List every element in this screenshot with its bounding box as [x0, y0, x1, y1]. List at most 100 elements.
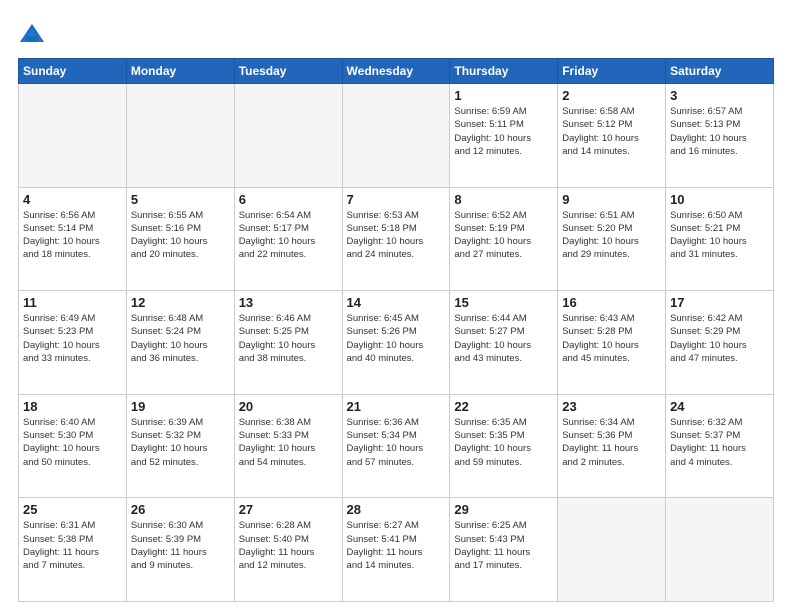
logo-icon — [18, 22, 46, 50]
day-number: 15 — [454, 295, 553, 310]
calendar-cell: 25 Sunrise: 6:31 AM Sunset: 5:38 PM Dayli… — [19, 498, 127, 602]
calendar-cell: 28 Sunrise: 6:27 AM Sunset: 5:41 PM Dayli… — [342, 498, 450, 602]
calendar-cell: 4Sunrise: 6:56 AM Sunset: 5:14 PM Daylig… — [19, 187, 127, 291]
day-info: Sunrise: 6:50 AM Sunset: 5:21 PM Dayligh… — [670, 209, 769, 262]
day-number: 9 — [562, 192, 661, 207]
day-number: 21 — [347, 399, 446, 414]
day-info: Sunrise: 6:31 AM Sunset: 5:38 PM Dayligh… — [23, 519, 122, 572]
calendar-cell: 23 Sunrise: 6:34 AM Sunset: 5:36 PM Dayli… — [558, 394, 666, 498]
calendar-cell: 26 Sunrise: 6:30 AM Sunset: 5:39 PM Dayli… — [126, 498, 234, 602]
calendar-cell: 8 Sunrise: 6:52 AM Sunset: 5:19 PM Daylig… — [450, 187, 558, 291]
day-info: Sunrise: 6:43 AM Sunset: 5:28 PM Dayligh… — [562, 312, 661, 365]
day-info: Sunrise: 6:42 AM Sunset: 5:29 PM Dayligh… — [670, 312, 769, 365]
calendar-cell: 22Sunrise: 6:35 AM Sunset: 5:35 PM Dayli… — [450, 394, 558, 498]
week-row-3: 18Sunrise: 6:40 AM Sunset: 5:30 PM Dayli… — [19, 394, 774, 498]
weekday-wednesday: Wednesday — [342, 59, 450, 84]
day-info: Sunrise: 6:27 AM Sunset: 5:41 PM Dayligh… — [347, 519, 446, 572]
calendar-cell: 9 Sunrise: 6:51 AM Sunset: 5:20 PM Daylig… — [558, 187, 666, 291]
calendar-cell — [558, 498, 666, 602]
calendar-cell: 10 Sunrise: 6:50 AM Sunset: 5:21 PM Dayli… — [666, 187, 774, 291]
calendar-cell: 6Sunrise: 6:54 AM Sunset: 5:17 PM Daylig… — [234, 187, 342, 291]
calendar-cell — [126, 84, 234, 188]
calendar-cell: 21 Sunrise: 6:36 AM Sunset: 5:34 PM Dayli… — [342, 394, 450, 498]
weekday-tuesday: Tuesday — [234, 59, 342, 84]
day-number: 28 — [347, 502, 446, 517]
day-info: Sunrise: 6:45 AM Sunset: 5:26 PM Dayligh… — [347, 312, 446, 365]
day-number: 5 — [131, 192, 230, 207]
weekday-thursday: Thursday — [450, 59, 558, 84]
day-number: 1 — [454, 88, 553, 103]
calendar-cell — [19, 84, 127, 188]
calendar-cell: 14 Sunrise: 6:45 AM Sunset: 5:26 PM Dayli… — [342, 291, 450, 395]
weekday-saturday: Saturday — [666, 59, 774, 84]
day-number: 25 — [23, 502, 122, 517]
day-number: 13 — [239, 295, 338, 310]
calendar-cell: 3 Sunrise: 6:57 AM Sunset: 5:13 PM Daylig… — [666, 84, 774, 188]
day-info: Sunrise: 6:40 AM Sunset: 5:30 PM Dayligh… — [23, 416, 122, 469]
day-number: 29 — [454, 502, 553, 517]
day-info: Sunrise: 6:39 AM Sunset: 5:32 PM Dayligh… — [131, 416, 230, 469]
calendar-cell: 20 Sunrise: 6:38 AM Sunset: 5:33 PM Dayli… — [234, 394, 342, 498]
calendar-header: SundayMondayTuesdayWednesdayThursdayFrid… — [19, 59, 774, 84]
calendar-cell: 11 Sunrise: 6:49 AM Sunset: 5:23 PM Dayli… — [19, 291, 127, 395]
calendar-cell: 1Sunrise: 6:59 AM Sunset: 5:11 PM Daylig… — [450, 84, 558, 188]
day-number: 26 — [131, 502, 230, 517]
calendar-cell: 2 Sunrise: 6:58 AM Sunset: 5:12 PM Daylig… — [558, 84, 666, 188]
calendar-cell: 29Sunrise: 6:25 AM Sunset: 5:43 PM Dayli… — [450, 498, 558, 602]
weekday-friday: Friday — [558, 59, 666, 84]
day-info: Sunrise: 6:53 AM Sunset: 5:18 PM Dayligh… — [347, 209, 446, 262]
day-info: Sunrise: 6:58 AM Sunset: 5:12 PM Dayligh… — [562, 105, 661, 158]
day-info: Sunrise: 6:56 AM Sunset: 5:14 PM Dayligh… — [23, 209, 122, 262]
calendar-cell: 24 Sunrise: 6:32 AM Sunset: 5:37 PM Dayli… — [666, 394, 774, 498]
day-number: 24 — [670, 399, 769, 414]
calendar-cell: 12 Sunrise: 6:48 AM Sunset: 5:24 PM Dayli… — [126, 291, 234, 395]
day-info: Sunrise: 6:34 AM Sunset: 5:36 PM Dayligh… — [562, 416, 661, 469]
day-info: Sunrise: 6:49 AM Sunset: 5:23 PM Dayligh… — [23, 312, 122, 365]
weekday-monday: Monday — [126, 59, 234, 84]
calendar-cell: 5 Sunrise: 6:55 AM Sunset: 5:16 PM Daylig… — [126, 187, 234, 291]
weekday-row: SundayMondayTuesdayWednesdayThursdayFrid… — [19, 59, 774, 84]
day-number: 20 — [239, 399, 338, 414]
calendar-cell — [666, 498, 774, 602]
day-number: 7 — [347, 192, 446, 207]
day-number: 2 — [562, 88, 661, 103]
day-number: 10 — [670, 192, 769, 207]
calendar-cell — [342, 84, 450, 188]
weekday-sunday: Sunday — [19, 59, 127, 84]
day-number: 6 — [239, 192, 338, 207]
calendar: SundayMondayTuesdayWednesdayThursdayFrid… — [18, 58, 774, 602]
week-row-4: 25 Sunrise: 6:31 AM Sunset: 5:38 PM Dayli… — [19, 498, 774, 602]
day-info: Sunrise: 6:52 AM Sunset: 5:19 PM Dayligh… — [454, 209, 553, 262]
day-info: Sunrise: 6:38 AM Sunset: 5:33 PM Dayligh… — [239, 416, 338, 469]
day-number: 3 — [670, 88, 769, 103]
day-number: 11 — [23, 295, 122, 310]
calendar-cell: 16Sunrise: 6:43 AM Sunset: 5:28 PM Dayli… — [558, 291, 666, 395]
day-info: Sunrise: 6:48 AM Sunset: 5:24 PM Dayligh… — [131, 312, 230, 365]
day-info: Sunrise: 6:51 AM Sunset: 5:20 PM Dayligh… — [562, 209, 661, 262]
day-number: 19 — [131, 399, 230, 414]
day-number: 22 — [454, 399, 553, 414]
calendar-cell: 27Sunrise: 6:28 AM Sunset: 5:40 PM Dayli… — [234, 498, 342, 602]
day-info: Sunrise: 6:55 AM Sunset: 5:16 PM Dayligh… — [131, 209, 230, 262]
page: SundayMondayTuesdayWednesdayThursdayFrid… — [0, 0, 792, 612]
day-number: 27 — [239, 502, 338, 517]
calendar-cell — [234, 84, 342, 188]
day-info: Sunrise: 6:30 AM Sunset: 5:39 PM Dayligh… — [131, 519, 230, 572]
day-number: 12 — [131, 295, 230, 310]
day-info: Sunrise: 6:32 AM Sunset: 5:37 PM Dayligh… — [670, 416, 769, 469]
calendar-cell: 17 Sunrise: 6:42 AM Sunset: 5:29 PM Dayli… — [666, 291, 774, 395]
calendar-cell: 13Sunrise: 6:46 AM Sunset: 5:25 PM Dayli… — [234, 291, 342, 395]
day-number: 14 — [347, 295, 446, 310]
week-row-0: 1Sunrise: 6:59 AM Sunset: 5:11 PM Daylig… — [19, 84, 774, 188]
day-number: 8 — [454, 192, 553, 207]
calendar-cell: 15Sunrise: 6:44 AM Sunset: 5:27 PM Dayli… — [450, 291, 558, 395]
day-info: Sunrise: 6:57 AM Sunset: 5:13 PM Dayligh… — [670, 105, 769, 158]
week-row-1: 4Sunrise: 6:56 AM Sunset: 5:14 PM Daylig… — [19, 187, 774, 291]
day-number: 23 — [562, 399, 661, 414]
calendar-body: 1Sunrise: 6:59 AM Sunset: 5:11 PM Daylig… — [19, 84, 774, 602]
day-number: 17 — [670, 295, 769, 310]
logo — [18, 22, 50, 50]
calendar-cell: 18Sunrise: 6:40 AM Sunset: 5:30 PM Dayli… — [19, 394, 127, 498]
calendar-cell: 7 Sunrise: 6:53 AM Sunset: 5:18 PM Daylig… — [342, 187, 450, 291]
day-info: Sunrise: 6:36 AM Sunset: 5:34 PM Dayligh… — [347, 416, 446, 469]
